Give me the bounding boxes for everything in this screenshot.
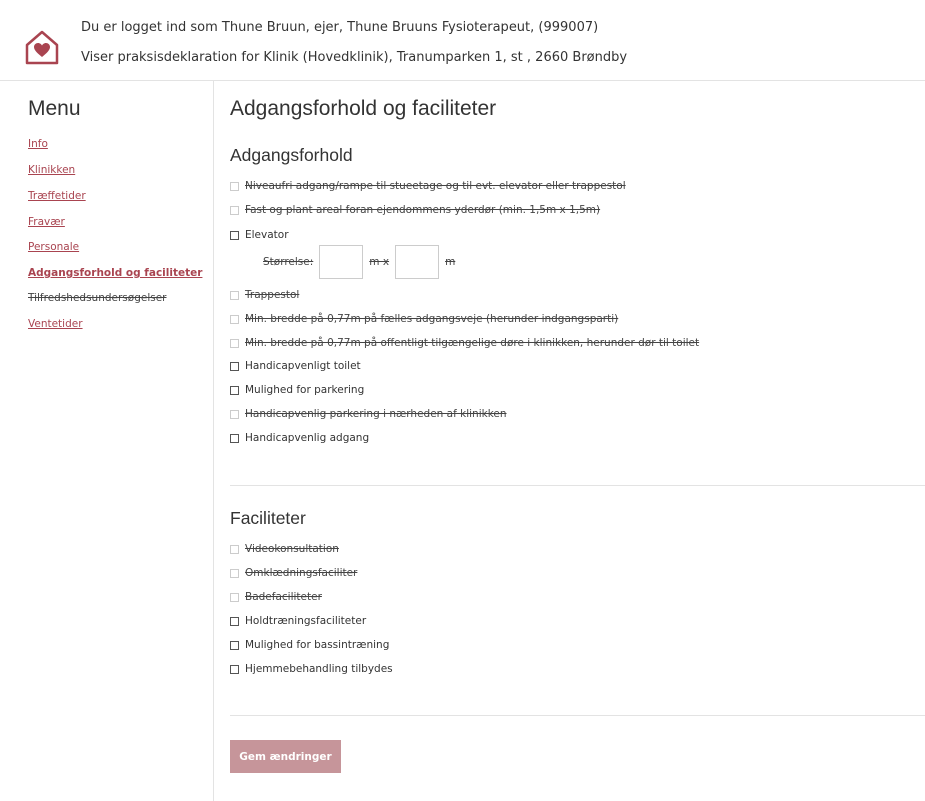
checkbox <box>230 181 239 191</box>
checkbox-label: Mulighed for parkering <box>245 384 365 396</box>
elevator-size-row: Størrelse: m x m <box>263 243 455 281</box>
header: Du er logget ind som Thune Bruun, ejer, … <box>0 6 925 81</box>
checkbox-label: Holdtræningsfaciliteter <box>245 615 367 627</box>
sidebar-item-traeffetider[interactable]: Træffetider <box>28 190 86 202</box>
sidebar-item-adgangsforhold[interactable]: Adgangsforhold og faciliteter <box>28 267 202 279</box>
checkbox <box>230 338 239 348</box>
checkbox[interactable] <box>230 433 239 443</box>
sidebar: Menu Info Klinikken Træffetider Fravær P… <box>0 81 214 801</box>
size-depth-input[interactable] <box>395 245 440 279</box>
access-item-trappestol: Trappestol <box>230 287 299 303</box>
main-content: Adgangsforhold og faciliteter Adgangsfor… <box>214 81 925 801</box>
checkbox-label: Fast og plant areal foran ejendommens yd… <box>245 204 601 216</box>
checkbox <box>230 544 239 554</box>
sidebar-item-ventetider[interactable]: Ventetider <box>28 318 83 330</box>
access-item-niveaufri: Niveaufri adgang/rampe til stueetage og … <box>230 178 626 194</box>
checkbox-label: Omklædningsfaciliter <box>245 567 358 579</box>
logged-in-text: Du er logget ind som Thune Bruun, ejer, … <box>81 20 599 35</box>
facility-item-bade: Badefaciliteter <box>230 589 322 605</box>
sidebar-item-klinikken[interactable]: Klinikken <box>28 164 75 176</box>
checkbox <box>230 314 239 324</box>
checkbox-label: Handicapvenlig parkering i nærheden af k… <box>245 408 507 420</box>
access-item-parkering[interactable]: Mulighed for parkering <box>230 382 364 398</box>
checkbox-label: Trappestol <box>245 289 300 301</box>
facility-item-holdtraening[interactable]: Holdtræningsfaciliteter <box>230 613 366 629</box>
checkbox[interactable] <box>230 664 239 674</box>
access-item-fast-areal: Fast og plant areal foran ejendommens yd… <box>230 202 600 218</box>
checkbox[interactable] <box>230 616 239 626</box>
menu-title: Menu <box>28 97 81 120</box>
checkbox <box>230 290 239 300</box>
access-item-bredde-faelles: Min. bredde på 0,77m på fælles adgangsve… <box>230 311 618 327</box>
sidebar-item-personale[interactable]: Personale <box>28 241 79 253</box>
size-unit-m: m <box>445 256 456 268</box>
section-divider <box>230 715 925 716</box>
checkbox-label: Elevator <box>245 229 289 241</box>
checkbox-label: Min. bredde på 0,77m på fælles adgangsve… <box>245 313 619 325</box>
sidebar-item-info[interactable]: Info <box>28 138 48 150</box>
checkbox[interactable] <box>230 230 239 240</box>
checkbox-label: Handicapvenlig adgang <box>245 432 370 444</box>
house-heart-logo-icon <box>25 30 59 65</box>
facility-item-video: Videokonsultation <box>230 541 339 557</box>
checkbox-label: Badefaciliteter <box>245 591 322 603</box>
checkbox-label: Mulighed for bassintræning <box>245 639 390 651</box>
checkbox[interactable] <box>230 640 239 650</box>
checkbox <box>230 568 239 578</box>
sidebar-item-tilfredshed: Tilfredshedsundersøgelser <box>28 292 167 304</box>
checkbox <box>230 205 239 215</box>
checkbox-label: Hjemmebehandling tilbydes <box>245 663 393 675</box>
practice-info-text: Viser praksisdeklaration for Klinik (Hov… <box>81 50 628 65</box>
size-unit-x: m x <box>369 256 390 268</box>
facility-item-omklaedning: Omklædningsfaciliter <box>230 565 357 581</box>
size-width-input[interactable] <box>319 245 364 279</box>
facilities-section-title: Faciliteter <box>230 508 306 528</box>
access-item-toilet[interactable]: Handicapvenligt toilet <box>230 358 361 374</box>
access-item-elevator[interactable]: Elevator <box>230 227 289 243</box>
facility-item-bassin[interactable]: Mulighed for bassintræning <box>230 637 389 653</box>
sidebar-item-fravaer[interactable]: Fravær <box>28 216 65 228</box>
checkbox <box>230 592 239 602</box>
facility-item-hjemmebehandling[interactable]: Hjemmebehandling tilbydes <box>230 661 393 677</box>
checkbox[interactable] <box>230 361 239 371</box>
checkbox-label: Niveaufri adgang/rampe til stueetage og … <box>245 180 626 192</box>
checkbox-label: Min. bredde på 0,77m på offentligt tilgæ… <box>245 337 700 349</box>
page-title: Adgangsforhold og faciliteter <box>230 97 497 120</box>
checkbox <box>230 409 239 419</box>
section-divider <box>230 485 925 486</box>
checkbox-label: Handicapvenligt toilet <box>245 360 361 372</box>
size-label: Størrelse: <box>263 256 314 268</box>
access-item-bredde-doere: Min. bredde på 0,77m på offentligt tilgæ… <box>230 335 699 351</box>
access-section-title: Adgangsforhold <box>230 145 353 165</box>
save-changes-button[interactable]: Gem ændringer <box>230 740 341 773</box>
checkbox[interactable] <box>230 385 239 395</box>
access-item-handicap-parkering: Handicapvenlig parkering i nærheden af k… <box>230 406 507 422</box>
access-item-handicap-adgang[interactable]: Handicapvenlig adgang <box>230 430 369 446</box>
checkbox-label: Videokonsultation <box>245 543 339 555</box>
